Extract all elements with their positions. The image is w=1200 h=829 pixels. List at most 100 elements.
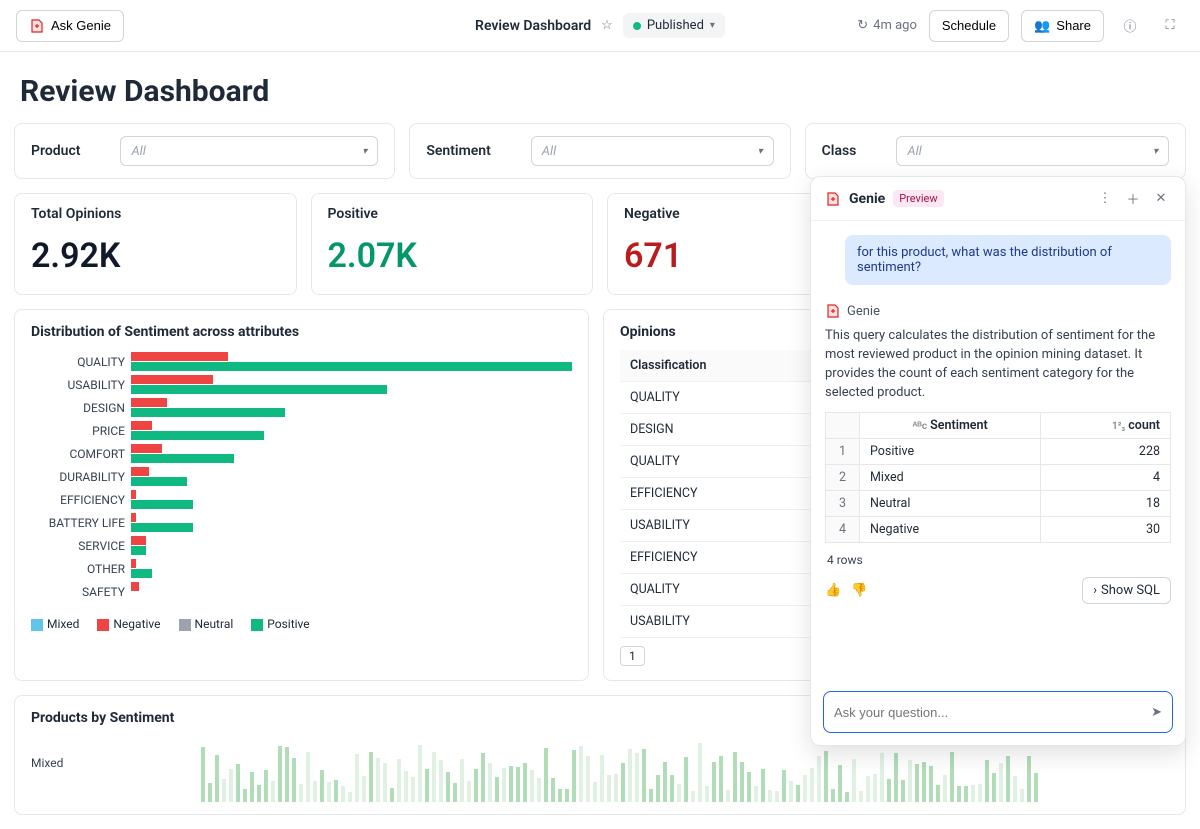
bar-category: SAFETY bbox=[31, 585, 131, 599]
table-row[interactable]: 2Mixed4 bbox=[826, 465, 1171, 491]
genie-panel: Genie Preview ⋮ ＋ ✕ for this product, wh… bbox=[810, 176, 1186, 746]
legend-item: Neutral bbox=[179, 617, 234, 631]
bar-segment bbox=[131, 523, 193, 532]
bar-segment bbox=[131, 444, 162, 453]
bar-segment bbox=[131, 500, 193, 509]
genie-icon bbox=[825, 191, 841, 207]
genie-header: Genie Preview ⋮ ＋ ✕ bbox=[811, 177, 1185, 221]
table-row[interactable]: 3Neutral18 bbox=[826, 491, 1171, 517]
bar-category: COMFORT bbox=[31, 447, 131, 461]
chevron-down-icon: ▾ bbox=[710, 20, 715, 31]
bar-category: OTHER bbox=[31, 562, 131, 576]
row-count: 4 rows bbox=[825, 549, 1171, 577]
thumbs-up-icon[interactable]: 👍 bbox=[825, 583, 841, 598]
distribution-title: Distribution of Sentiment across attribu… bbox=[31, 324, 572, 340]
chart-legend: MixedNegativeNeutralPositive bbox=[31, 617, 572, 631]
top-bar: Ask Genie Review Dashboard ☆ Published ▾… bbox=[0, 0, 1200, 52]
genie-icon bbox=[29, 18, 45, 34]
bar-category: DESIGN bbox=[31, 401, 131, 415]
status-dot-icon bbox=[633, 22, 641, 30]
chevron-down-icon: ▾ bbox=[758, 146, 763, 157]
bar-category: PRICE bbox=[31, 424, 131, 438]
add-icon[interactable]: ＋ bbox=[1123, 189, 1143, 208]
bar-category: USABILITY bbox=[31, 378, 131, 392]
bar-row: SAFETY bbox=[31, 580, 572, 603]
published-status-dropdown[interactable]: Published ▾ bbox=[623, 13, 725, 38]
filter-card: Product All▾ bbox=[14, 123, 395, 179]
dashboard-title: Review Dashboard bbox=[475, 18, 591, 34]
chevron-down-icon: ▾ bbox=[362, 146, 367, 157]
genie-input[interactable] bbox=[834, 705, 1151, 720]
bar-segment bbox=[131, 375, 213, 384]
close-icon[interactable]: ✕ bbox=[1151, 191, 1171, 206]
bar-category: QUALITY bbox=[31, 355, 131, 369]
main-content: Review Dashboard Product All▾ Sentiment A… bbox=[0, 52, 1200, 829]
genie-body: for this product, what was the distribut… bbox=[811, 221, 1185, 679]
bot-response: This query calculates the distribution o… bbox=[825, 327, 1171, 402]
bar-segment bbox=[131, 582, 139, 591]
table-row[interactable]: 1Positive228 bbox=[826, 439, 1171, 465]
chevron-right-icon: › bbox=[1093, 583, 1097, 598]
bot-name: Genie bbox=[847, 304, 880, 319]
filter-select[interactable]: All▾ bbox=[531, 136, 774, 166]
genie-name: Genie bbox=[849, 191, 885, 207]
bar-segment bbox=[131, 352, 228, 361]
info-icon[interactable]: ⓘ bbox=[1116, 12, 1144, 40]
filter-label: Class bbox=[822, 143, 857, 159]
filter-label: Sentiment bbox=[426, 143, 490, 159]
bar-row: QUALITY bbox=[31, 350, 572, 373]
status-label: Published bbox=[647, 18, 704, 33]
products-chart bbox=[111, 742, 1038, 802]
bar-category: SERVICE bbox=[31, 539, 131, 553]
refresh-ago[interactable]: ↻ 4m ago bbox=[857, 18, 917, 33]
star-icon[interactable]: ☆ bbox=[601, 18, 613, 33]
stat-value: 2.07K bbox=[328, 236, 577, 276]
filter-select[interactable]: All▾ bbox=[896, 136, 1169, 166]
bar-segment bbox=[131, 398, 167, 407]
send-icon[interactable]: ➤ bbox=[1151, 705, 1162, 720]
filter-select[interactable]: All▾ bbox=[120, 136, 378, 166]
fullscreen-icon[interactable]: ⛶ bbox=[1156, 12, 1184, 40]
legend-swatch bbox=[31, 619, 43, 631]
table-header: ᴬᴮc Sentiment bbox=[860, 413, 1041, 439]
topbar-center: Review Dashboard ☆ Published ▾ bbox=[475, 13, 725, 38]
ask-genie-label: Ask Genie bbox=[51, 18, 111, 33]
bar-row: PRICE bbox=[31, 419, 572, 442]
show-sql-button[interactable]: › Show SQL bbox=[1082, 577, 1171, 604]
bar-segment bbox=[131, 477, 187, 486]
filter-label: Product bbox=[31, 143, 80, 159]
preview-badge: Preview bbox=[893, 190, 943, 207]
bar-segment bbox=[131, 559, 136, 568]
bar-segment bbox=[131, 546, 146, 555]
more-icon[interactable]: ⋮ bbox=[1095, 191, 1115, 206]
stat-label: Positive bbox=[328, 206, 577, 222]
share-button[interactable]: 👥 Share bbox=[1021, 10, 1104, 42]
table-row[interactable]: 4Negative30 bbox=[826, 517, 1171, 543]
schedule-button[interactable]: Schedule bbox=[929, 10, 1009, 42]
topbar-right: ↻ 4m ago Schedule 👥 Share ⓘ ⛶ bbox=[857, 10, 1184, 42]
stat-card: Positive 2.07K bbox=[311, 193, 594, 295]
bar-row: DURABILITY bbox=[31, 465, 572, 488]
genie-footer: 👍 👎 › Show SQL bbox=[825, 577, 1171, 604]
thumbs-down-icon[interactable]: 👎 bbox=[851, 583, 867, 598]
legend-swatch bbox=[251, 619, 263, 631]
products-row-label: Mixed bbox=[31, 736, 111, 802]
bar-segment bbox=[131, 490, 136, 499]
chevron-down-icon: ▾ bbox=[1153, 146, 1158, 157]
bar-category: DURABILITY bbox=[31, 470, 131, 484]
page-title: Review Dashboard bbox=[20, 74, 1180, 109]
page-number[interactable]: 1 bbox=[620, 646, 645, 666]
bar-row: BATTERY LIFE bbox=[31, 511, 572, 534]
bar-row: COMFORT bbox=[31, 442, 572, 465]
bar-segment bbox=[131, 385, 387, 394]
genie-input-wrap: ➤ bbox=[811, 679, 1185, 745]
bar-category: BATTERY LIFE bbox=[31, 516, 131, 530]
refresh-icon: ↻ bbox=[857, 18, 868, 33]
bar-row: DESIGN bbox=[31, 396, 572, 419]
distribution-panel: Distribution of Sentiment across attribu… bbox=[14, 309, 589, 681]
refresh-ago-label: 4m ago bbox=[873, 18, 917, 33]
bar-row: SERVICE bbox=[31, 534, 572, 557]
bar-segment bbox=[131, 513, 136, 522]
ask-genie-button[interactable]: Ask Genie bbox=[16, 10, 124, 42]
share-icon: 👥 bbox=[1034, 18, 1050, 34]
